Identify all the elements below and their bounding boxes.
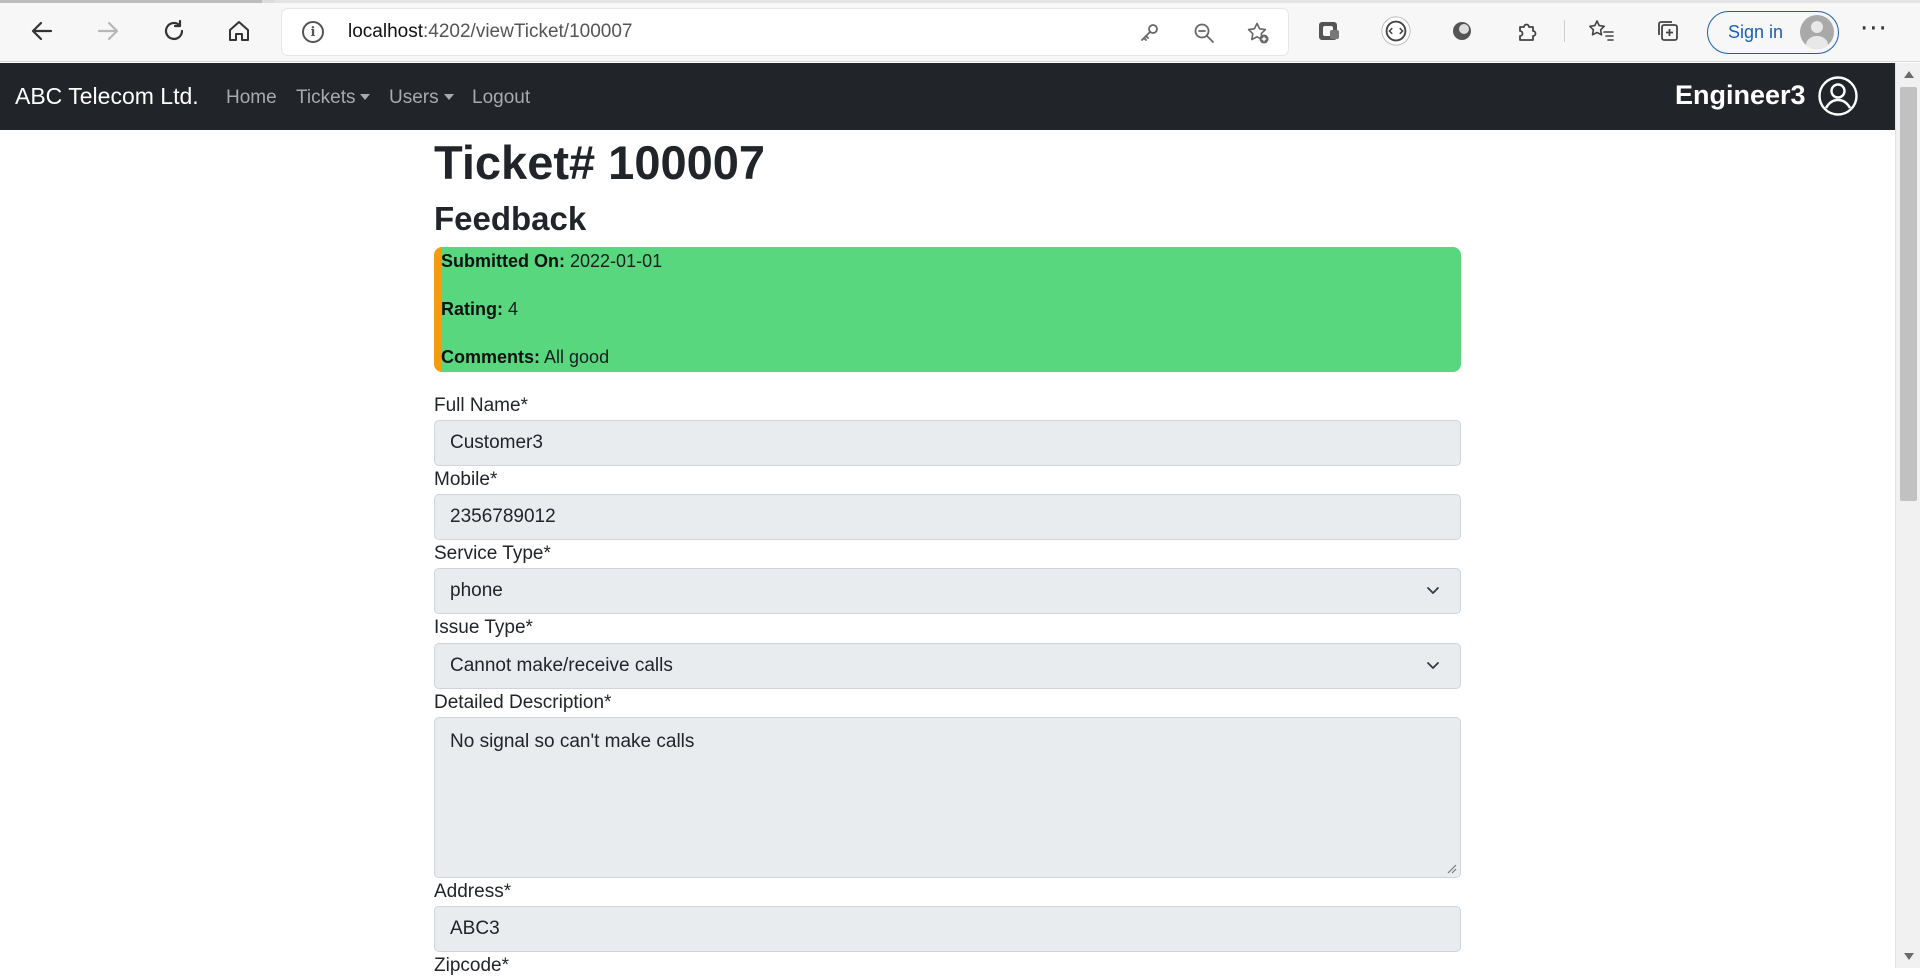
address-bar[interactable]: i localhost:4202/viewTicket/100007 — [282, 9, 1288, 55]
service-type-select[interactable]: phone — [434, 568, 1461, 614]
service-type-value: phone — [450, 580, 503, 601]
caret-down-icon — [443, 94, 454, 100]
scroll-up-arrow-icon[interactable] — [1904, 71, 1914, 78]
comments-value: All good — [544, 347, 610, 367]
toolbar-separator — [1564, 20, 1565, 42]
nav-tickets-dropdown[interactable]: Tickets — [296, 87, 371, 109]
extensions-puzzle-icon[interactable] — [1512, 15, 1544, 47]
feedback-heading: Feedback — [434, 200, 587, 237]
brand-link[interactable]: ABC Telecom Ltd. — [15, 83, 199, 110]
service-type-label: Service Type* — [434, 543, 551, 564]
forward-arrow-icon[interactable] — [88, 11, 128, 51]
extension-code-icon[interactable] — [1380, 15, 1412, 47]
url-text[interactable]: localhost:4202/viewTicket/100007 — [348, 21, 632, 43]
nav-home[interactable]: Home — [226, 87, 277, 109]
full-name-value: Customer3 — [450, 432, 543, 453]
tab-strip — [0, 0, 1920, 3]
url-host: localhost — [348, 21, 423, 42]
sign-in-label: Sign in — [1728, 22, 1784, 42]
profile-avatar-icon — [1800, 15, 1834, 49]
description-textarea[interactable]: No signal so can't make calls — [434, 717, 1461, 878]
sign-in-button[interactable]: Sign in — [1707, 11, 1839, 54]
feedback-panel: Submitted On: 2022-01-01 Rating: 4 Comme… — [434, 247, 1461, 372]
collections-icon[interactable] — [1652, 15, 1684, 47]
full-name-field[interactable]: Customer3 — [434, 420, 1461, 466]
scrollbar-thumb[interactable] — [1900, 87, 1917, 501]
issue-type-label: Issue Type* — [434, 617, 533, 638]
mobile-label: Mobile* — [434, 469, 498, 490]
more-options-icon[interactable]: ··· — [1860, 14, 1888, 44]
zoom-out-icon[interactable] — [1191, 20, 1217, 46]
user-circle-icon[interactable] — [1817, 75, 1859, 117]
back-arrow-icon[interactable] — [22, 11, 62, 51]
issue-type-value: Cannot make/receive calls — [450, 655, 673, 676]
full-name-label: Full Name* — [434, 395, 528, 416]
refresh-icon[interactable] — [154, 11, 194, 51]
caret-down-icon — [360, 94, 371, 100]
page-scrollbar[interactable] — [1895, 63, 1920, 968]
nav-users-label: Users — [389, 87, 439, 108]
mobile-value: 2356789012 — [450, 506, 556, 527]
app-navbar: ABC Telecom Ltd. Home Tickets Users Logo… — [0, 63, 1895, 130]
scroll-down-arrow-icon[interactable] — [1904, 953, 1914, 960]
url-path: :4202/viewTicket/100007 — [423, 21, 633, 42]
comments-label: Comments: — [441, 347, 541, 367]
rating-value: 4 — [508, 299, 519, 319]
favorites-icon[interactable] — [1585, 15, 1617, 47]
description-label: Detailed Description* — [434, 692, 612, 713]
rating-label: Rating: — [441, 299, 503, 319]
chevron-down-icon — [1427, 662, 1439, 669]
description-value: No signal so can't make calls — [450, 731, 695, 752]
address-field[interactable]: ABC3 — [434, 906, 1461, 952]
extension-office-icon[interactable] — [1313, 15, 1345, 47]
submitted-on-label: Submitted On: — [441, 251, 565, 271]
home-icon[interactable] — [219, 11, 259, 51]
browser-toolbar: i localhost:4202/viewTicket/100007 Sign … — [0, 0, 1920, 62]
feedback-comments: Comments: All good — [441, 347, 609, 368]
address-label: Address* — [434, 881, 512, 902]
address-value: ABC3 — [450, 918, 500, 939]
submitted-on-value: 2022-01-01 — [570, 251, 663, 271]
key-icon[interactable] — [1136, 20, 1162, 46]
issue-type-select[interactable]: Cannot make/receive calls — [434, 643, 1461, 689]
page-title: Ticket# 100007 — [434, 136, 766, 189]
add-favorite-icon[interactable] — [1245, 20, 1271, 46]
mobile-field[interactable]: 2356789012 — [434, 494, 1461, 540]
zipcode-label: Zipcode* — [434, 955, 509, 976]
nav-logout[interactable]: Logout — [472, 87, 530, 109]
info-icon[interactable]: i — [302, 21, 324, 43]
extension-circle-icon[interactable] — [1446, 15, 1478, 47]
feedback-submitted-on: Submitted On: 2022-01-01 — [441, 251, 662, 272]
feedback-rating: Rating: 4 — [441, 299, 518, 320]
nav-users-dropdown[interactable]: Users — [389, 87, 454, 109]
chevron-down-icon — [1427, 587, 1439, 594]
current-user-name: Engineer3 — [1675, 80, 1806, 110]
resize-grip-icon[interactable] — [1445, 862, 1457, 874]
nav-tickets-label: Tickets — [296, 87, 356, 108]
